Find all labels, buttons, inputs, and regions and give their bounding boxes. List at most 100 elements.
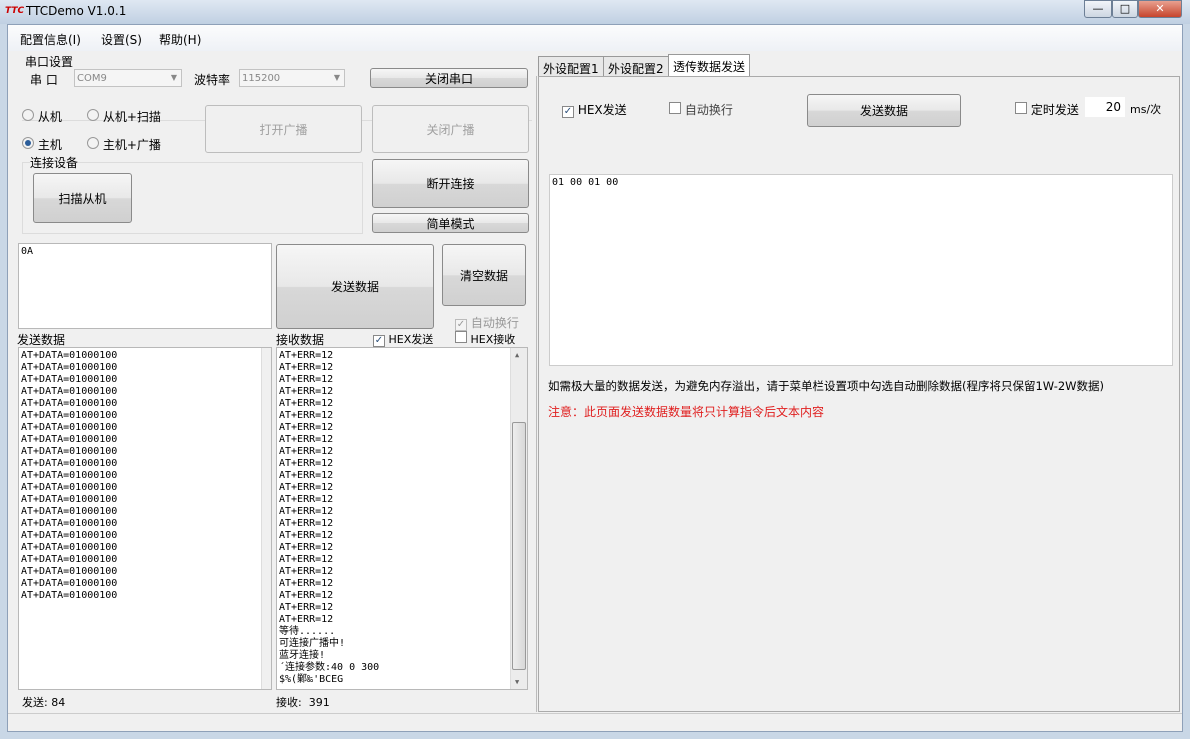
tab-peripheral-config-2[interactable]: 外设配置2 bbox=[603, 56, 669, 76]
checkbox-label: 自动换行 bbox=[470, 316, 519, 330]
log-line: ´连接参数:40 0 300 bbox=[279, 662, 380, 673]
recv-log-label: 接收数据 bbox=[276, 333, 325, 347]
pt-send-data-button[interactable]: 发送数据 bbox=[807, 94, 961, 127]
log-line: AT+DATA=01000100 bbox=[21, 350, 118, 361]
log-line: AT+DATA=01000100 bbox=[21, 422, 118, 433]
menu-help[interactable]: 帮助(H) bbox=[159, 31, 201, 48]
radio-slave-scan[interactable] bbox=[87, 109, 99, 121]
scroll-down-icon[interactable]: ▼ bbox=[515, 676, 519, 688]
log-line: AT+DATA=01000100 bbox=[21, 386, 118, 397]
log-line: AT+DATA=01000100 bbox=[21, 446, 118, 457]
log-line: AT+DATA=01000100 bbox=[21, 458, 118, 469]
send-log[interactable]: AT+DATA=01000100 AT+DATA=01000100 AT+DATA=… bbox=[18, 347, 272, 690]
mode-slave[interactable]: 从机 bbox=[22, 108, 62, 125]
log-line: AT+ERR=12 bbox=[279, 530, 334, 541]
log-line: AT+DATA=01000100 bbox=[21, 398, 118, 409]
log-line: AT+DATA=01000100 bbox=[21, 434, 118, 445]
radio-master[interactable] bbox=[22, 137, 34, 149]
checkbox-icon: ✓ bbox=[455, 319, 467, 331]
log-line: AT+DATA=01000100 bbox=[21, 530, 118, 541]
hex-recv-checkbox[interactable]: HEX接收 bbox=[455, 331, 515, 347]
interval-unit: ms/次 bbox=[1130, 103, 1162, 116]
menu-bar: 配置信息(I) 设置(S) 帮助(H) bbox=[8, 25, 1182, 51]
checkbox-icon bbox=[669, 102, 681, 114]
log-line: AT+DATA=01000100 bbox=[21, 542, 118, 553]
close-port-button[interactable]: 关闭串口 bbox=[370, 68, 528, 88]
port-value: COM9 bbox=[77, 73, 107, 84]
log-line: AT+ERR=12 bbox=[279, 386, 334, 397]
open-broadcast-button[interactable]: 打开广播 bbox=[205, 105, 362, 153]
mode-slave-scan[interactable]: 从机+扫描 bbox=[87, 108, 161, 125]
status-bar bbox=[8, 713, 1182, 731]
log-line: AT+DATA=01000100 bbox=[21, 566, 118, 577]
simple-mode-button[interactable]: 简单模式 bbox=[372, 213, 529, 233]
scrollbar-thumb[interactable] bbox=[512, 422, 526, 670]
hex-send-checkbox[interactable]: ✓ HEX发送 bbox=[373, 331, 433, 347]
interval-input[interactable]: 20 bbox=[1085, 97, 1125, 117]
log-line: AT+ERR=12 bbox=[279, 362, 334, 373]
pt-data-input[interactable]: 01 00 01 00 bbox=[549, 174, 1173, 366]
baud-select[interactable]: 115200 ▼ bbox=[239, 69, 345, 87]
timed-send-checkbox[interactable]: 定时发送 bbox=[1015, 101, 1079, 118]
radio-master-broadcast[interactable] bbox=[87, 137, 99, 149]
radio-slave[interactable] bbox=[22, 109, 34, 121]
title-bar: TTC TTCDemo V1.0.1 — □ ✕ bbox=[0, 0, 1190, 24]
recv-log[interactable]: ▲ ▼ AT+ERR=12 AT+ERR=12 AT+ERR=12 AT+ERR=12… bbox=[276, 347, 528, 690]
scrollbar[interactable]: ▲ ▼ bbox=[510, 348, 527, 689]
scroll-up-icon[interactable]: ▲ bbox=[515, 349, 519, 361]
pt-hex-send-checkbox[interactable]: ✓ HEX发送 bbox=[562, 101, 627, 118]
tab-peripheral-config-1[interactable]: 外设配置1 bbox=[538, 56, 604, 76]
mode-label: 从机+扫描 bbox=[102, 110, 161, 124]
port-select[interactable]: COM9 ▼ bbox=[74, 69, 182, 87]
maximize-button[interactable]: □ bbox=[1112, 0, 1138, 18]
log-line: AT+ERR=12 bbox=[279, 446, 334, 457]
log-line: AT+ERR=12 bbox=[279, 350, 334, 361]
menu-settings[interactable]: 设置(S) bbox=[101, 31, 142, 48]
tab-passthrough-send[interactable]: 透传数据发送 bbox=[668, 54, 751, 77]
mode-label: 主机 bbox=[37, 138, 62, 152]
clear-data-button[interactable]: 清空数据 bbox=[442, 244, 526, 306]
log-line: AT+ERR=12 bbox=[279, 554, 334, 565]
mode-master-broadcast[interactable]: 主机+广播 bbox=[87, 136, 161, 153]
mode-label: 从机 bbox=[37, 110, 62, 124]
log-line: AT+ERR=12 bbox=[279, 482, 334, 493]
log-line: AT+ERR=12 bbox=[279, 470, 334, 481]
log-line: AT+ERR=12 bbox=[279, 614, 334, 625]
close-broadcast-button[interactable]: 关闭广播 bbox=[372, 105, 529, 153]
log-line: AT+DATA=01000100 bbox=[21, 506, 118, 517]
send-data-button[interactable]: 发送数据 bbox=[276, 244, 434, 329]
checkbox-icon bbox=[1015, 102, 1027, 114]
window-title: TTCDemo V1.0.1 bbox=[26, 4, 127, 18]
menu-config-info[interactable]: 配置信息(I) bbox=[20, 31, 81, 48]
log-line: 蓝牙连接! bbox=[279, 650, 326, 661]
checkbox-label: HEX接收 bbox=[470, 333, 516, 346]
send-log-label: 发送数据 bbox=[17, 333, 66, 347]
connect-group-label: 连接设备 bbox=[30, 154, 79, 171]
scrollbar[interactable] bbox=[261, 348, 271, 689]
sent-label: 发送: bbox=[22, 696, 48, 709]
scan-slave-button[interactable]: 扫描从机 bbox=[33, 173, 132, 223]
disconnect-button[interactable]: 断开连接 bbox=[372, 159, 529, 208]
log-line: AT+ERR=12 bbox=[279, 422, 334, 433]
checkbox-icon: ✓ bbox=[373, 335, 385, 347]
checkbox-label: 自动换行 bbox=[684, 103, 733, 117]
log-line: AT+ERR=12 bbox=[279, 410, 334, 421]
pt-auto-newline-checkbox[interactable]: 自动换行 bbox=[669, 101, 733, 118]
log-line: AT+ERR=12 bbox=[279, 374, 334, 385]
log-line: 等待...... bbox=[279, 626, 336, 637]
close-window-button[interactable]: ✕ bbox=[1138, 0, 1182, 18]
log-line: AT+DATA=01000100 bbox=[21, 362, 118, 373]
mode-label: 主机+广播 bbox=[102, 138, 161, 152]
baud-value: 115200 bbox=[242, 73, 281, 84]
log-line: AT+ERR=12 bbox=[279, 602, 334, 613]
log-line: $%(鄛‰'BCEG bbox=[279, 674, 344, 685]
log-line: AT+DATA=01000100 bbox=[21, 410, 118, 421]
app-logo: TTC bbox=[5, 6, 25, 16]
mode-master[interactable]: 主机 bbox=[22, 136, 62, 153]
main-window: 配置信息(I) 设置(S) 帮助(H) 串口设置 串 口 COM9 ▼ 波特率 1… bbox=[7, 24, 1183, 732]
send-input[interactable]: 0A bbox=[18, 243, 272, 329]
minimize-button[interactable]: — bbox=[1084, 0, 1112, 18]
log-line: AT+DATA=01000100 bbox=[21, 482, 118, 493]
log-line: 可连接广播中! bbox=[279, 638, 346, 649]
auto-newline-checkbox[interactable]: ✓ 自动换行 bbox=[455, 314, 519, 331]
